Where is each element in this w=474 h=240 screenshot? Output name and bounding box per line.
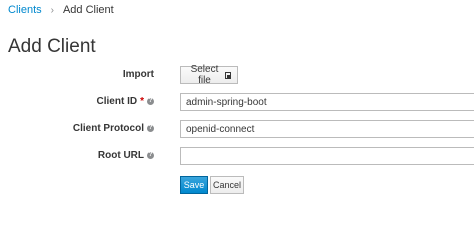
save-button[interactable]: Save: [180, 176, 208, 194]
form-actions: Save Cancel: [0, 176, 474, 196]
client-id-label-text: Client ID: [96, 96, 138, 107]
help-icon[interactable]: ?: [147, 98, 154, 105]
required-asterisk: *: [140, 96, 144, 107]
select-file-label: Select file: [190, 64, 219, 86]
help-icon[interactable]: ?: [147, 152, 154, 159]
file-upload-icon: [224, 71, 231, 79]
client-protocol-row: Client Protocol ? openid-connect: [0, 120, 474, 140]
client-protocol-label-text: Client Protocol: [72, 123, 144, 134]
cancel-button[interactable]: Cancel: [210, 176, 244, 194]
import-row: Import Select file: [0, 64, 474, 86]
page-title: Add Client: [8, 36, 96, 57]
root-url-row: Root URL ?: [0, 147, 474, 167]
breadcrumb-separator: ›: [50, 4, 54, 16]
client-id-label: Client ID * ?: [97, 96, 154, 107]
breadcrumb-current: Add Client: [62, 4, 114, 16]
import-label: Import: [123, 69, 154, 80]
client-id-row: Client ID * ?: [0, 93, 474, 113]
breadcrumb: Clients › Add Client: [8, 4, 114, 16]
client-protocol-label: Client Protocol ?: [73, 123, 154, 134]
root-url-label-text: Root URL: [97, 150, 144, 161]
breadcrumb-clients-link[interactable]: Clients: [8, 4, 42, 16]
client-protocol-select[interactable]: openid-connect: [180, 120, 474, 138]
help-icon[interactable]: ?: [147, 125, 154, 132]
add-client-page: Clients › Add Client Add Client Import S…: [0, 0, 474, 236]
root-url-input[interactable]: [180, 147, 474, 165]
root-url-label: Root URL ?: [98, 150, 154, 161]
client-id-input[interactable]: [180, 93, 474, 111]
select-file-button[interactable]: Select file: [180, 64, 238, 86]
import-label-text: Import: [122, 69, 154, 80]
